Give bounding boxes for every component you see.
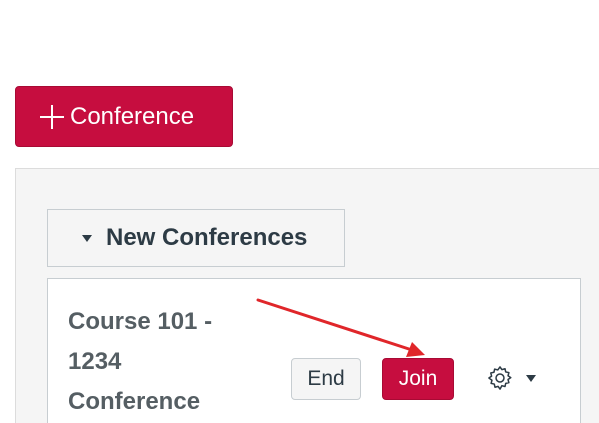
caret-down-icon	[526, 374, 536, 382]
new-conferences-toggle[interactable]: New Conferences	[47, 209, 345, 267]
caret-down-icon	[82, 234, 92, 242]
conferences-page: Conference New Conferences Course 101 - …	[0, 0, 599, 423]
add-conference-label: Conference	[70, 102, 195, 130]
add-conference-button[interactable]: Conference	[15, 86, 233, 147]
new-conferences-label: New Conferences	[106, 224, 308, 251]
join-conference-button[interactable]: Join	[382, 358, 454, 400]
end-conference-button[interactable]: End	[291, 358, 361, 400]
conference-title-line: Course 101 -	[68, 308, 213, 335]
conference-title: Course 101 - 1234 Conference	[68, 302, 248, 422]
gear-icon	[488, 366, 512, 390]
plus-icon	[40, 104, 64, 129]
conference-settings-menu[interactable]	[486, 362, 544, 394]
conference-title-line: Conference	[68, 388, 201, 415]
conference-title-line: 1234	[68, 348, 122, 375]
